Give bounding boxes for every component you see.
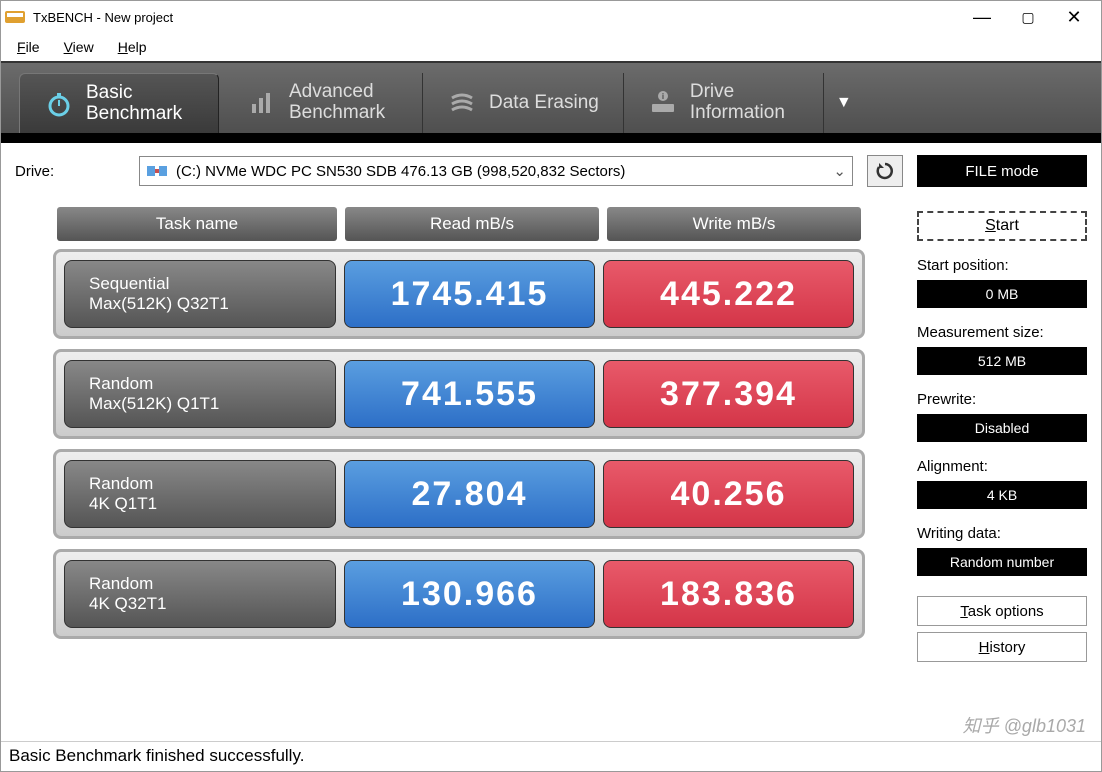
- app-icon: [5, 9, 25, 25]
- prewrite-value[interactable]: Disabled: [917, 414, 1087, 442]
- refresh-button[interactable]: [867, 155, 903, 187]
- result-row: Random Max(512K) Q1T1 741.555 377.394: [64, 360, 854, 428]
- tab-overflow-arrow[interactable]: ▼: [824, 73, 864, 133]
- chevron-down-icon: ⌄: [833, 162, 846, 180]
- tab-data-erasing[interactable]: Data Erasing: [423, 73, 624, 133]
- alignment-label: Alignment:: [917, 458, 1087, 475]
- statusbar: Basic Benchmark finished successfully.: [1, 741, 1101, 771]
- drive-row: Drive: (C:) NVMe WDC PC SN530 SDB 476.13…: [1, 143, 1101, 199]
- bars-icon: [247, 88, 277, 118]
- close-button[interactable]: ✕: [1051, 2, 1097, 32]
- measurement-size-label: Measurement size:: [917, 324, 1087, 341]
- task-cell[interactable]: Random 4K Q1T1: [64, 460, 336, 528]
- result-row: Sequential Max(512K) Q32T1 1745.415 445.…: [64, 260, 854, 328]
- start-position-value[interactable]: 0 MB: [917, 280, 1087, 308]
- stopwatch-icon: [44, 89, 74, 119]
- tab-advanced-benchmark[interactable]: AdvancedBenchmark: [223, 73, 423, 133]
- sidebar: Start Start position: 0 MB Measurement s…: [917, 207, 1087, 741]
- tab-drive-information[interactable]: i DriveInformation: [624, 73, 824, 133]
- result-row: Random 4K Q1T1 27.804 40.256: [64, 460, 854, 528]
- result-group-2: Random 4K Q1T1 27.804 40.256: [53, 449, 865, 539]
- writing-data-label: Writing data:: [917, 525, 1087, 542]
- file-mode-button[interactable]: FILE mode: [917, 155, 1087, 187]
- alignment-value[interactable]: 4 KB: [917, 481, 1087, 509]
- tab-underline: [1, 133, 1101, 143]
- read-value[interactable]: 130.966: [344, 560, 595, 628]
- result-group-0: Sequential Max(512K) Q32T1 1745.415 445.…: [53, 249, 865, 339]
- menu-view[interactable]: View: [64, 39, 94, 55]
- measurement-size-value[interactable]: 512 MB: [917, 347, 1087, 375]
- tab-basic-benchmark[interactable]: BasicBenchmark: [19, 73, 219, 133]
- erase-icon: [447, 88, 477, 118]
- history-button[interactable]: History: [917, 632, 1087, 662]
- start-position-label: Start position:: [917, 257, 1087, 274]
- header-write: Write mB/s: [607, 207, 861, 241]
- result-row: Random 4K Q32T1 130.966 183.836: [64, 560, 854, 628]
- writing-data-value[interactable]: Random number: [917, 548, 1087, 576]
- read-value[interactable]: 27.804: [344, 460, 595, 528]
- write-value[interactable]: 183.836: [603, 560, 854, 628]
- refresh-icon: [875, 161, 895, 181]
- drive-label: Drive:: [15, 163, 125, 180]
- write-value[interactable]: 445.222: [603, 260, 854, 328]
- task-options-button[interactable]: Task options: [917, 596, 1087, 626]
- task-cell[interactable]: Sequential Max(512K) Q32T1: [64, 260, 336, 328]
- start-button[interactable]: Start: [917, 211, 1087, 241]
- result-group-1: Random Max(512K) Q1T1 741.555 377.394: [53, 349, 865, 439]
- results-header-row: Task name Read mB/s Write mB/s: [15, 207, 903, 249]
- drive-icon: [146, 163, 168, 179]
- menubar: File View Help: [1, 33, 1101, 61]
- drive-select[interactable]: (C:) NVMe WDC PC SN530 SDB 476.13 GB (99…: [139, 156, 853, 186]
- minimize-button[interactable]: —: [959, 2, 1005, 32]
- header-task: Task name: [57, 207, 337, 241]
- task-cell[interactable]: Random Max(512K) Q1T1: [64, 360, 336, 428]
- write-value[interactable]: 40.256: [603, 460, 854, 528]
- drive-info-icon: i: [648, 88, 678, 118]
- menu-file[interactable]: File: [17, 39, 40, 55]
- results-panel: Task name Read mB/s Write mB/s Sequentia…: [15, 207, 903, 741]
- task-cell[interactable]: Random 4K Q32T1: [64, 560, 336, 628]
- tabbar: BasicBenchmark AdvancedBenchmark Data Er…: [1, 61, 1101, 133]
- svg-text:i: i: [662, 92, 664, 101]
- drive-value: (C:) NVMe WDC PC SN530 SDB 476.13 GB (99…: [176, 163, 625, 180]
- header-read: Read mB/s: [345, 207, 599, 241]
- titlebar: TxBENCH - New project — ▢ ✕: [1, 1, 1101, 33]
- maximize-button[interactable]: ▢: [1005, 2, 1051, 32]
- read-value[interactable]: 1745.415: [344, 260, 595, 328]
- read-value[interactable]: 741.555: [344, 360, 595, 428]
- window-title: TxBENCH - New project: [33, 10, 959, 25]
- write-value[interactable]: 377.394: [603, 360, 854, 428]
- prewrite-label: Prewrite:: [917, 391, 1087, 408]
- menu-help[interactable]: Help: [118, 39, 147, 55]
- result-group-3: Random 4K Q32T1 130.966 183.836: [53, 549, 865, 639]
- main-content: Task name Read mB/s Write mB/s Sequentia…: [1, 199, 1101, 741]
